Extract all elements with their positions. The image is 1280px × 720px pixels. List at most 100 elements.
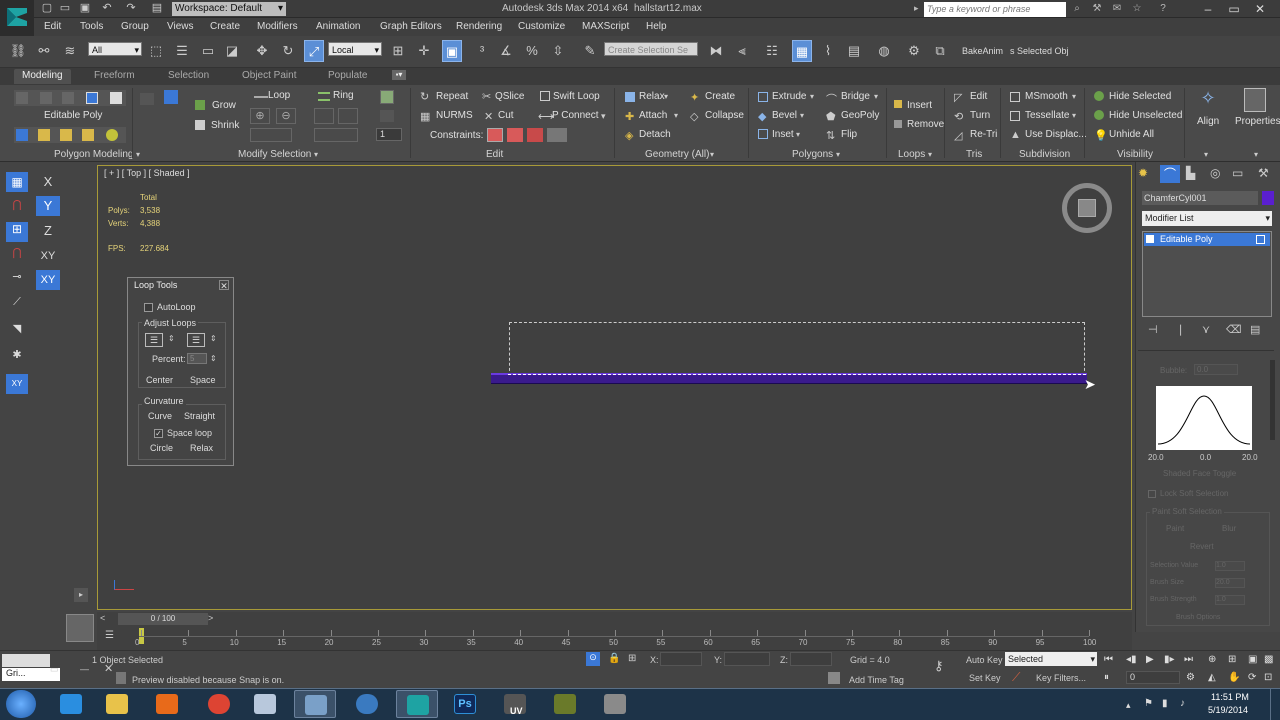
pivot-center-icon[interactable]: ⊞ (388, 40, 408, 62)
current-frame-input[interactable]: 0 (1126, 671, 1180, 684)
remove-modifier-icon[interactable]: ⌫ (1226, 323, 1242, 336)
manipulate-icon[interactable]: ✛ (414, 40, 434, 62)
track-bar-line[interactable] (139, 636, 1089, 637)
taskbar-3dsmax[interactable] (396, 690, 438, 718)
attach-button[interactable]: Attach (639, 110, 667, 121)
tab-modeling[interactable]: Modeling (14, 69, 71, 84)
maxscript-listener-button[interactable] (2, 654, 50, 667)
expand-toolbar-icon[interactable]: ▸ (74, 588, 88, 602)
snap-magnet-icon[interactable]: ⋂ (6, 198, 28, 216)
constraint-none-icon[interactable] (487, 128, 503, 142)
isolate-selection-icon[interactable]: ⊙ (586, 652, 600, 666)
subscription-icon[interactable]: ⚒ (1090, 3, 1104, 15)
schematic-view-icon[interactable]: ▤ (844, 40, 864, 62)
ring-mode-icon[interactable] (314, 128, 358, 142)
preview-icon[interactable] (82, 129, 94, 141)
modify-selection-title[interactable]: Modify Selection (238, 149, 311, 160)
scale-icon[interactable]: ⤢ (304, 40, 324, 62)
create-tab-icon[interactable]: ✹ (1138, 166, 1148, 180)
turn-button[interactable]: Turn (970, 110, 990, 121)
brush-strength-input[interactable]: 1.0 (1215, 595, 1245, 605)
zoom-icon[interactable]: ⊕ (1208, 654, 1216, 665)
taskbar-chrome[interactable] (198, 690, 240, 718)
menu-customize[interactable]: Customize (518, 21, 565, 32)
relax-button[interactable]: Relax (639, 91, 665, 102)
menu-edit[interactable]: Edit (44, 21, 61, 32)
ring-shrink-icon[interactable] (338, 108, 358, 124)
new-file-icon[interactable]: ▢ (40, 2, 54, 15)
motion-tab-icon[interactable]: ◎ (1210, 166, 1220, 180)
grow-shrink-icon[interactable] (140, 93, 154, 105)
space-loop-checkbox[interactable]: ✓ (154, 429, 163, 438)
constraint-edge-icon[interactable] (507, 128, 523, 142)
spinner-arrows-icon[interactable]: ⇕ (210, 354, 217, 363)
menu-views[interactable]: Views (167, 21, 194, 32)
loop-grow-icon[interactable]: ⊕ (250, 108, 270, 124)
align-button[interactable]: Align (1197, 116, 1219, 127)
bake-anim-label[interactable]: BakeAnim (962, 46, 1003, 56)
select-mode-icon[interactable] (164, 90, 178, 104)
auto-key-button[interactable]: Auto Key (966, 655, 1003, 665)
p-connect-button[interactable]: P Connect (552, 110, 599, 121)
stack-item-editable-poly[interactable]: Editable Poly (1144, 233, 1270, 246)
go-to-end-icon[interactable]: ⏭ (1184, 654, 1193, 665)
time-slider[interactable]: 0 / 100 (118, 613, 208, 625)
key-mode-dropdown[interactable]: Selected ▾ (1005, 652, 1097, 666)
modifier-list-dropdown[interactable]: Modifier List ▾ (1142, 211, 1272, 226)
pan-icon[interactable]: ✋ (1228, 672, 1240, 683)
open-file-icon[interactable]: ▭ (58, 2, 72, 15)
bubble-input[interactable]: 0.0 (1194, 364, 1238, 375)
ribbon-options-icon[interactable]: ▪▾ (392, 70, 406, 80)
render-icon[interactable]: ⧉ (930, 40, 950, 62)
add-time-tag-button[interactable]: Add Time Tag (849, 675, 904, 685)
edit-named-selection-icon[interactable]: ✎ (580, 40, 600, 62)
mirror-icon[interactable]: ⧓ (706, 40, 726, 62)
border-icon[interactable] (62, 92, 74, 104)
ring-button[interactable]: Ring (333, 90, 354, 101)
set-key-button[interactable]: Set Key (969, 673, 1001, 683)
face-snap-icon[interactable]: ◥ (6, 322, 28, 340)
brush-options-button[interactable]: Brush Options (1176, 614, 1220, 621)
angle-snap-icon[interactable]: ∡ (496, 40, 516, 62)
menu-help[interactable]: Help (646, 21, 667, 32)
collapse-stack-icon[interactable] (60, 129, 72, 141)
msmooth-button[interactable]: MSmooth (1025, 91, 1068, 102)
lock-soft-selection-checkbox[interactable] (1148, 490, 1156, 498)
window-crossing-icon[interactable]: ◪ (222, 40, 242, 62)
endpoint-snap-icon[interactable]: ⊸ (6, 270, 28, 288)
constraint-normal-icon[interactable] (547, 128, 567, 142)
time-slider-right-icon[interactable]: > (208, 613, 222, 625)
go-to-start-icon[interactable]: ⏮ (1104, 654, 1113, 665)
percent-snap-icon[interactable]: % (522, 40, 542, 62)
edge-snap-icon[interactable]: ⟋ (6, 296, 28, 314)
polygon-modeling-title[interactable]: Polygon Modeling (54, 149, 134, 160)
close-button[interactable]: ✕ (1248, 1, 1272, 17)
spinner-arrows-icon[interactable]: ⇕ (168, 334, 175, 343)
expand-arrow-icon[interactable]: ▸ (914, 3, 919, 14)
clock-time[interactable]: 11:51 PM (1211, 692, 1249, 702)
help-search-input[interactable]: Type a keyword or phrase (924, 2, 1066, 17)
bridge-button[interactable]: Bridge (841, 91, 870, 102)
use-displacement-button[interactable]: Use Displac... (1025, 129, 1087, 140)
rectangle-selection-icon[interactable]: ▭ (198, 40, 218, 62)
hierarchy-tab-icon[interactable]: ▙ (1186, 166, 1195, 180)
menu-rendering[interactable]: Rendering (456, 21, 502, 32)
time-slider-left-icon[interactable]: < (100, 613, 114, 625)
axis-y-button[interactable]: Y (36, 196, 60, 216)
create-button[interactable]: Create (705, 91, 735, 102)
redo-icon[interactable]: ↷ (124, 2, 138, 15)
geopoly-button[interactable]: GeoPoly (841, 110, 879, 121)
tab-object-paint[interactable]: Object Paint (234, 69, 304, 84)
viewcube-ring-icon[interactable] (1062, 183, 1112, 233)
taskbar-explorer-window[interactable] (294, 690, 336, 718)
paint-button[interactable]: Paint (1166, 524, 1184, 533)
inset-button[interactable]: Inset (772, 129, 794, 140)
loops-title[interactable]: Loops (898, 149, 925, 160)
volume-icon[interactable]: ♪ (1180, 698, 1185, 709)
autoloop-checkbox[interactable] (144, 303, 153, 312)
viewport-top[interactable] (97, 165, 1132, 610)
vertex-snap-icon[interactable]: ⋂ (6, 246, 28, 264)
taskbar-internet-explorer[interactable] (50, 690, 92, 718)
taskbar-photoshop[interactable]: Ps (444, 690, 486, 718)
x-coordinate-input[interactable] (660, 652, 702, 666)
